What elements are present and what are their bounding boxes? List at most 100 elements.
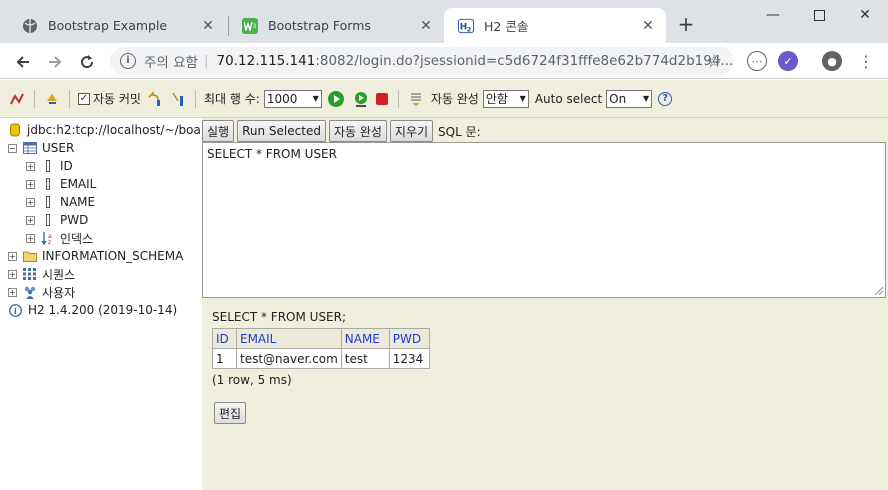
autoselect-label: Auto select: [534, 91, 603, 106]
result-header[interactable]: NAME: [340, 328, 390, 349]
divider: [397, 89, 399, 108]
tab-bootstrap-example[interactable]: Bootstrap Example ✕: [8, 8, 226, 43]
table-row: 1 test@naver.com test 1234: [212, 348, 430, 369]
result-panel: SELECT * FROM USER; ID EMAIL NAME PWD 1 …: [212, 310, 430, 387]
tree-schema[interactable]: + INFORMATION_SCHEMA: [8, 247, 183, 265]
column-icon: [41, 177, 55, 191]
divider: [69, 89, 70, 108]
expand-icon[interactable]: +: [26, 197, 35, 207]
new-tab-icon[interactable]: +: [676, 14, 696, 34]
autocomplete-select[interactable]: 안함 ▼: [482, 89, 529, 108]
tab-title: Bootstrap Example: [48, 18, 168, 33]
close-icon[interactable]: ✕: [418, 18, 434, 34]
svg-text:z: z: [48, 239, 51, 245]
expand-icon[interactable]: +: [8, 269, 17, 279]
extension-check-icon[interactable]: ✓: [778, 51, 798, 71]
tab-bootstrap-forms[interactable]: 3 Bootstrap Forms ✕: [228, 8, 444, 43]
expand-icon[interactable]: +: [26, 179, 35, 189]
run-icon[interactable]: [327, 90, 344, 107]
menu-kebab-icon[interactable]: ⋮: [856, 51, 876, 71]
expand-icon[interactable]: +: [26, 215, 35, 225]
tree-column[interactable]: + EMAIL: [26, 175, 96, 193]
w3schools-icon: 3: [242, 17, 258, 34]
window-close-icon[interactable]: ✕: [842, 0, 888, 30]
tab-h2-console[interactable]: H2 H2 콘솔 ✕: [444, 8, 666, 43]
rollback-icon[interactable]: [145, 90, 163, 108]
run-selected-icon[interactable]: [352, 90, 370, 108]
column-icon: [41, 159, 55, 173]
result-header[interactable]: EMAIL: [236, 328, 342, 349]
collapse-icon[interactable]: −: [8, 143, 17, 153]
forward-icon[interactable]: [44, 51, 66, 73]
expand-icon[interactable]: +: [26, 233, 35, 243]
commit-icon[interactable]: [169, 90, 187, 108]
info-icon[interactable]: i: [120, 53, 136, 69]
extension-icon[interactable]: ⋯: [747, 51, 767, 71]
run-button[interactable]: 실행: [202, 120, 235, 142]
column-name: EMAIL: [60, 177, 97, 191]
tree-users[interactable]: + 사용자: [8, 283, 75, 301]
run-selected-button[interactable]: Run Selected: [237, 120, 326, 142]
disconnect-icon[interactable]: [8, 90, 26, 108]
expand-icon[interactable]: +: [26, 161, 35, 171]
sql-editor[interactable]: SELECT * FROM USER: [202, 142, 886, 298]
sql-text: SELECT * FROM USER: [207, 147, 337, 161]
help-icon[interactable]: ?: [658, 91, 673, 106]
edit-button[interactable]: 편집: [214, 402, 247, 424]
autocommit-checkbox[interactable]: ✓: [78, 92, 90, 105]
max-rows-select[interactable]: 1000 ▼: [263, 89, 322, 108]
divider: |: [203, 53, 209, 69]
result-table: ID EMAIL NAME PWD 1 test@naver.com test …: [212, 328, 430, 369]
h2-icon: H2: [458, 18, 474, 34]
users-label: 사용자: [42, 285, 76, 300]
reload-icon[interactable]: [76, 51, 98, 73]
autocomplete-label: 자동 완성: [430, 92, 479, 106]
autocomplete-button[interactable]: 자동 완성: [328, 120, 387, 142]
sequences-label: 시퀀스: [42, 267, 76, 282]
result-cell: 1234: [388, 348, 430, 369]
bookmark-star-icon[interactable]: ☆: [706, 51, 722, 72]
stop-icon[interactable]: [375, 92, 388, 105]
history-icon[interactable]: [407, 90, 425, 108]
query-pane: 실행 Run Selected 자동 완성 지우기 SQL 문: SELECT …: [202, 118, 888, 490]
autocomplete-value: 안함: [485, 92, 508, 106]
tree-sequences[interactable]: + 시퀀스: [8, 265, 75, 283]
autoselect-select[interactable]: On ▼: [606, 89, 653, 108]
tab-title: H2 콘솔: [484, 19, 529, 34]
result-header[interactable]: PWD: [388, 328, 430, 349]
result-header-row: ID EMAIL NAME PWD: [212, 328, 430, 349]
editor-button-row: 실행 Run Selected 자동 완성 지우기 SQL 문:: [202, 120, 481, 142]
tree-column[interactable]: + PWD: [26, 211, 88, 229]
back-icon[interactable]: [12, 51, 34, 73]
url-host: 70.12.115.141: [216, 53, 316, 69]
profile-avatar-icon[interactable]: ●: [822, 51, 842, 71]
tree-table-user[interactable]: − USER: [8, 139, 74, 157]
svg-text:2: 2: [467, 26, 471, 33]
maximize-icon[interactable]: [796, 0, 842, 30]
close-icon[interactable]: ✕: [640, 18, 656, 34]
tab-strip: Bootstrap Example ✕ 3 Bootstrap Forms ✕ …: [0, 0, 888, 43]
minimize-icon[interactable]: —: [750, 0, 796, 30]
resize-grip-icon[interactable]: [874, 286, 884, 296]
autoselect-value: On: [609, 91, 627, 106]
column-icon: [41, 213, 55, 227]
tree-indexes[interactable]: + az 인덱스: [26, 229, 93, 247]
clear-button[interactable]: 지우기: [389, 120, 434, 142]
address-bar[interactable]: i 주의 요함 | 70.12.115.141 :8082/login.do?j…: [110, 47, 734, 75]
tree-column[interactable]: + ID: [26, 157, 73, 175]
autocommit-label: 자동 커밋: [93, 92, 141, 106]
svg-text:i: i: [14, 307, 17, 316]
security-status: 주의 요함: [144, 55, 198, 71]
tree-column[interactable]: + NAME: [26, 193, 95, 211]
result-header[interactable]: ID: [212, 328, 237, 349]
result-cell: test@naver.com: [236, 348, 342, 369]
tree-connection[interactable]: jdbc:h2:tcp://localhost/~/board: [8, 121, 213, 139]
refresh-icon[interactable]: [43, 90, 61, 108]
expand-icon[interactable]: +: [8, 251, 17, 261]
expand-icon[interactable]: +: [8, 287, 17, 297]
info-icon: i: [8, 303, 22, 317]
sequence-icon: [23, 267, 37, 281]
chrome-globe-icon: [22, 18, 38, 34]
url-path: :8082/login.do?jsessionid=c5d6724f31fffe…: [315, 53, 734, 69]
close-icon[interactable]: ✕: [200, 18, 216, 34]
